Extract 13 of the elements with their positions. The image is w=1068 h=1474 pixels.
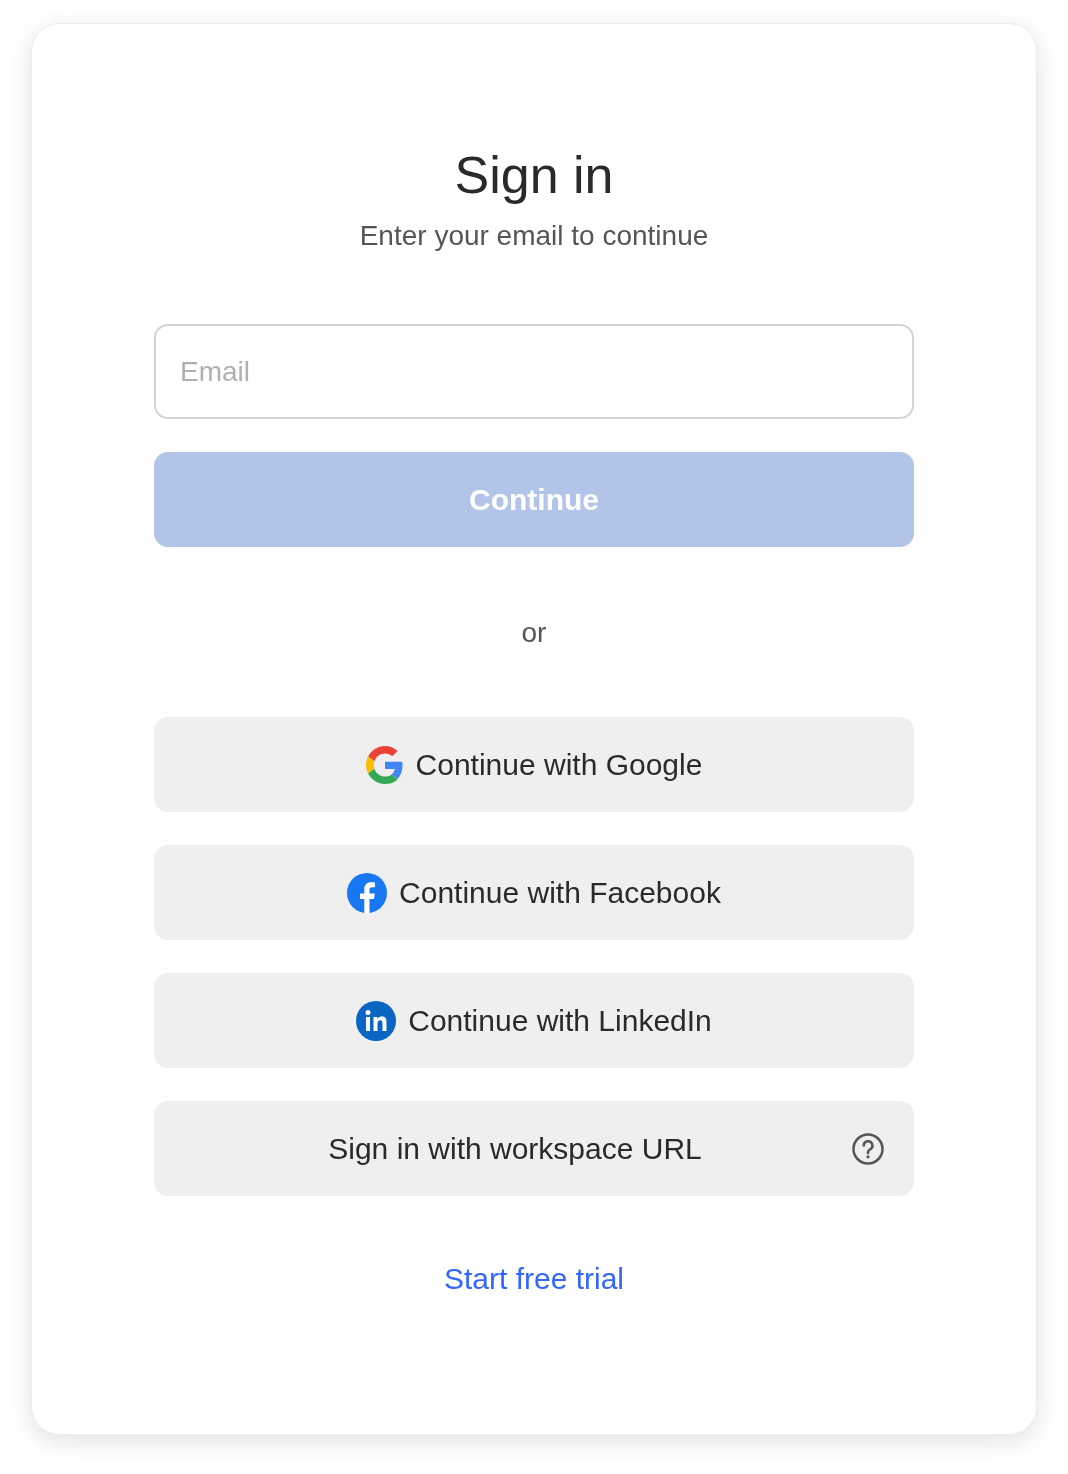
or-divider-text: or [521,616,547,650]
google-icon [365,745,404,784]
workspace-url-button[interactable]: Sign in with workspace URL [154,1101,914,1196]
social-login-button[interactable]: Continue with Google [154,717,914,812]
start-free-trial-link[interactable]: Start free trial [443,1259,625,1299]
subtitle: Enter your email to continue [359,219,709,253]
facebook-icon [347,872,388,913]
linkedin-icon [356,1000,397,1041]
help-icon[interactable] [851,1131,885,1166]
email-field[interactable]: Email [154,324,914,419]
page-title: Sign in [454,145,614,206]
social-login-button[interactable]: Continue with LinkedIn [154,973,914,1068]
social-login-button[interactable]: Continue with Facebook [154,845,914,940]
